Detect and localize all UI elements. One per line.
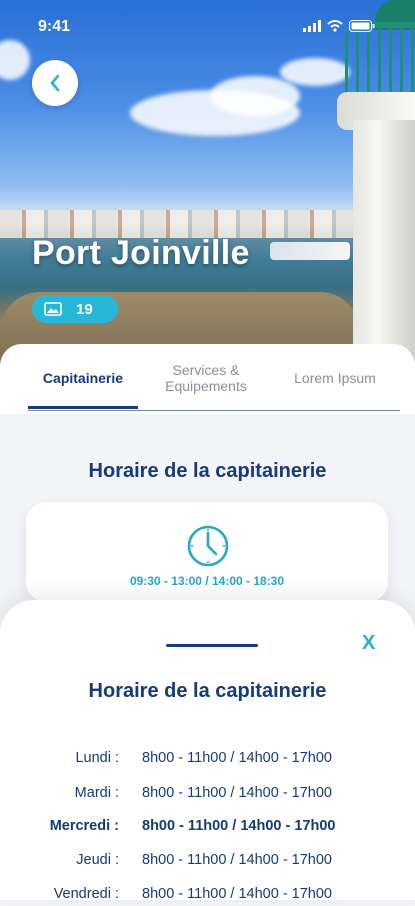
lighthouse — [337, 0, 415, 370]
tab-label: Services & Equipements — [165, 362, 247, 394]
battery-icon — [349, 20, 375, 32]
photo-count: 19 — [76, 300, 93, 318]
signal-icon — [303, 20, 321, 32]
schedule-day: Mercredi : — [49, 818, 119, 834]
status-time: 9:41 — [38, 18, 71, 35]
tab-label: Capitainerie — [42, 370, 124, 386]
schedule-hours: 8h00 - 11h00 / 14h00 - 17h00 — [142, 750, 333, 766]
sheet-title: Horaire de la capitainerie — [88, 680, 327, 702]
tab-lorem-ipsum[interactable]: Lorem Ipsum — [278, 344, 392, 412]
back-button[interactable] — [32, 60, 78, 106]
tab-services[interactable]: Services & Equipements — [148, 344, 264, 412]
schedule-hours: 8h00 - 11h00 / 14h00 - 17h00 — [142, 818, 336, 834]
schedule-row: Jeudi : 8h00 - 11h00 / 14h00 - 17h00 — [0, 852, 415, 872]
tab-capitainerie[interactable]: Capitainerie — [28, 344, 138, 412]
schedule-row: Mardi : 8h00 - 11h00 / 14h00 - 17h00 — [0, 785, 415, 805]
tab-divider — [28, 410, 400, 411]
cloud — [210, 76, 300, 116]
tab-bar: Capitainerie Services & Equipements Lore… — [0, 344, 415, 414]
schedule-hours: 8h00 - 11h00 / 14h00 - 17h00 — [142, 852, 333, 868]
schedule-row: Vendredi : 8h00 - 11h00 / 14h00 - 17h00 — [0, 886, 415, 906]
wifi-icon — [327, 20, 343, 32]
section-title: Horaire de la capitainerie — [88, 460, 327, 482]
schedule-hours: 8h00 - 11h00 / 14h00 - 17h00 — [142, 785, 333, 801]
photo-gallery-badge[interactable]: 19 — [32, 295, 118, 323]
active-tab-indicator — [28, 406, 138, 409]
card-hours-text: 09:30 - 13:00 / 14:00 - 18:30 — [129, 574, 285, 588]
cloud — [0, 40, 30, 80]
sheet-drag-handle[interactable] — [166, 644, 258, 647]
tab-label: Lorem Ipsum — [294, 370, 376, 386]
image-icon — [44, 302, 62, 316]
page-title: Port Joinville — [32, 234, 250, 272]
clock-icon — [187, 525, 229, 567]
chevron-left-icon — [50, 74, 60, 92]
schedule-day: Lundi : — [75, 750, 119, 766]
schedule-row: Lundi : 8h00 - 11h00 / 14h00 - 17h00 — [0, 750, 415, 770]
status-bar: 9:41 — [38, 16, 415, 40]
schedule-day: Jeudi : — [76, 852, 119, 868]
schedule-day: Mardi : — [74, 785, 119, 801]
schedule-row-current: Mercredi : 8h00 - 11h00 / 14h00 - 17h00 — [0, 818, 415, 838]
close-button[interactable]: X — [362, 632, 375, 655]
